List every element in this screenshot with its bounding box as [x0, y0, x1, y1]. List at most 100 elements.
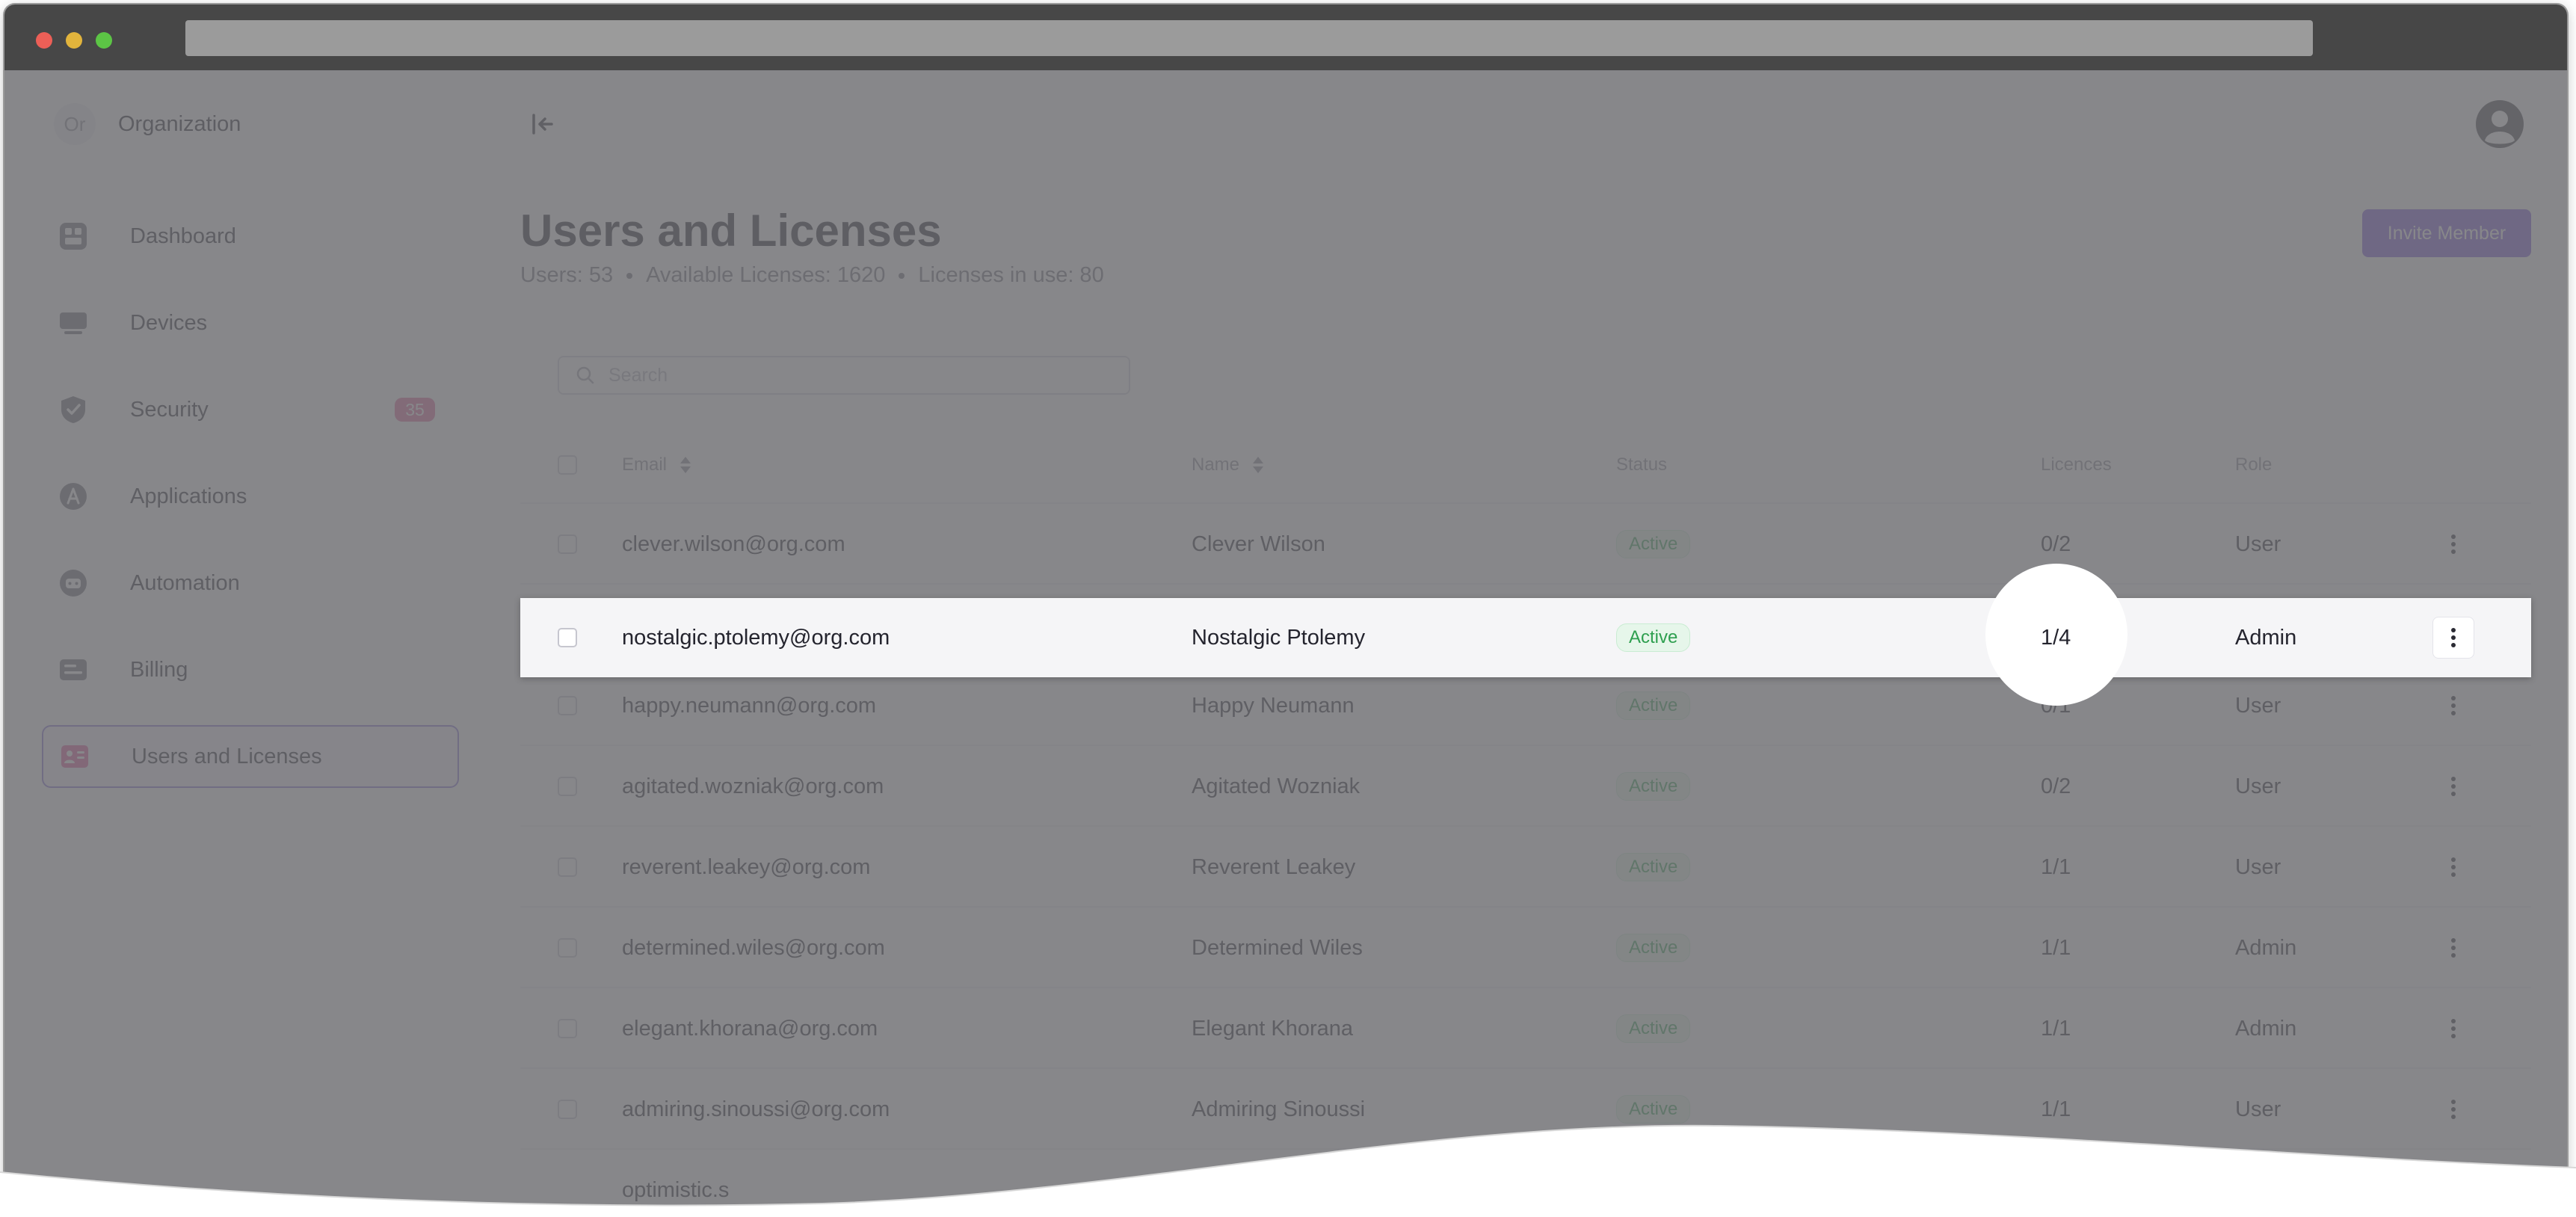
column-name-label: Name [1192, 455, 1240, 475]
row-role: User [2235, 532, 2281, 556]
table-row[interactable]: clever.wilson@org.com Clever Wilson Acti… [520, 502, 2531, 583]
row-checkbox[interactable] [558, 628, 577, 647]
sidebar-item-label: Dashboard [130, 224, 236, 248]
row-email: happy.neumann@org.com [622, 693, 877, 718]
row-name: Clever Wilson [1192, 532, 1325, 556]
sort-icon [1253, 457, 1264, 473]
sidebar-item-users-and-licenses[interactable]: Users and Licenses [42, 725, 459, 788]
organization-name: Organization [118, 111, 241, 136]
row-status: Active [1616, 598, 1691, 677]
sidebar-item-label: Devices [130, 310, 208, 335]
row-status: Active [1616, 908, 1691, 988]
row-checkbox[interactable] [558, 857, 577, 877]
row-licences: 0/2 [2041, 774, 2071, 798]
sidebar-item-automation[interactable]: Automation [42, 552, 459, 614]
row-menu-button[interactable] [2432, 846, 2474, 888]
row-role: Admin [2235, 935, 2297, 960]
row-name: Elegant Khorana [1192, 1016, 1354, 1041]
row-checkbox[interactable] [558, 1019, 577, 1038]
status-badge: Active [1616, 772, 1691, 801]
row-name: Happy Neumann [1192, 693, 1355, 718]
column-status: Status [1616, 455, 1668, 475]
search-icon [576, 366, 594, 384]
sidebar-item-security[interactable]: Security 35 [42, 378, 459, 441]
organization-switcher[interactable]: Or Organization [54, 103, 241, 145]
row-menu-button[interactable] [2432, 927, 2474, 969]
sort-icon [680, 457, 691, 473]
search-field[interactable] [558, 356, 1130, 395]
table-row[interactable]: elegant.khorana@org.com Elegant Khorana … [520, 987, 2531, 1067]
row-email: clever.wilson@org.com [622, 532, 845, 556]
more-vertical-icon [2451, 938, 2456, 958]
more-vertical-icon [2451, 857, 2456, 877]
devices-icon [60, 312, 87, 334]
column-email[interactable]: Email [622, 438, 692, 492]
row-role: User [2235, 693, 2281, 718]
more-vertical-icon [2451, 628, 2456, 647]
dashboard-icon [60, 223, 87, 250]
row-licences: 1/4 [2041, 625, 2071, 650]
row-checkbox[interactable] [558, 777, 577, 796]
more-vertical-icon [2451, 777, 2456, 796]
close-window-button[interactable] [36, 32, 52, 49]
sidebar-item-dashboard[interactable]: Dashboard [42, 205, 459, 268]
row-email: agitated.wozniak@org.com [622, 774, 884, 798]
row-menu-button[interactable] [2432, 523, 2474, 565]
maximize-window-button[interactable] [96, 32, 112, 49]
sidebar-item-label: Security [130, 397, 209, 422]
available-licenses: Available Licenses: 1620 [646, 263, 886, 287]
applications-icon [60, 483, 87, 510]
table-row[interactable]: determined.wiles@org.com Determined Wile… [520, 906, 2531, 987]
user-avatar[interactable] [2476, 100, 2524, 148]
collapse-sidebar-icon [532, 114, 553, 135]
page-title: Users and Licenses [520, 206, 942, 256]
license-stats: Users: 53 Available Licenses: 1620 Licen… [520, 263, 1104, 288]
row-email: determined.wiles@org.com [622, 935, 885, 960]
row-status: Active [1616, 504, 1691, 585]
row-menu-button[interactable] [2432, 617, 2474, 659]
row-checkbox[interactable] [558, 696, 577, 715]
status-badge: Active [1616, 691, 1691, 720]
more-vertical-icon [2451, 696, 2456, 715]
row-name: Determined Wiles [1192, 935, 1363, 960]
row-checkbox[interactable] [558, 534, 577, 554]
address-bar[interactable] [185, 20, 2313, 56]
separator-dot [626, 272, 633, 279]
minimize-window-button[interactable] [66, 32, 82, 49]
column-name[interactable]: Name [1192, 438, 1265, 492]
separator-dot [899, 272, 905, 279]
user-avatar-icon [2476, 100, 2524, 148]
row-checkbox[interactable] [558, 938, 577, 958]
status-badge: Active [1616, 1014, 1691, 1043]
row-name: Reverent Leakey [1192, 854, 1356, 879]
row-status: Active [1616, 665, 1691, 746]
row-licences: 1/1 [2041, 935, 2071, 960]
status-badge: Active [1616, 530, 1691, 558]
organization-avatar: Or [54, 103, 96, 145]
table-row[interactable]: reverent.leakey@org.com Reverent Leakey … [520, 825, 2531, 906]
status-badge: Active [1616, 853, 1691, 881]
select-all-checkbox[interactable] [558, 455, 577, 475]
row-menu-button[interactable] [2432, 765, 2474, 807]
sidebar-item-billing[interactable]: Billing [42, 638, 459, 701]
more-vertical-icon [2451, 534, 2456, 554]
search-input[interactable] [607, 363, 1103, 387]
row-menu-button[interactable] [2432, 1008, 2474, 1050]
highlighted-table-row[interactable]: nostalgic.ptolemy@org.com Nostalgic Ptol… [520, 598, 2531, 677]
shield-icon [61, 396, 85, 423]
table-row[interactable]: agitated.wozniak@org.com Agitated Woznia… [520, 745, 2531, 825]
sidebar-item-devices[interactable]: Devices [42, 292, 459, 354]
title-bar [4, 4, 2567, 70]
row-menu-button[interactable] [2432, 685, 2474, 727]
security-alert-badge: 35 [395, 398, 435, 422]
row-status: Active [1616, 827, 1691, 908]
status-badge: Active [1616, 623, 1691, 652]
row-role: Admin [2235, 1016, 2297, 1041]
invite-member-button[interactable]: Invite Member [2362, 209, 2531, 257]
sidebar-item-applications[interactable]: Applications [42, 465, 459, 528]
torn-edge-decoration [0, 1124, 2576, 1217]
more-vertical-icon [2451, 1019, 2456, 1038]
users-table-card: Email Name Status Licences Role [520, 318, 2531, 1208]
collapse-sidebar-button[interactable] [526, 108, 559, 141]
sidebar-item-label: Applications [130, 484, 247, 508]
